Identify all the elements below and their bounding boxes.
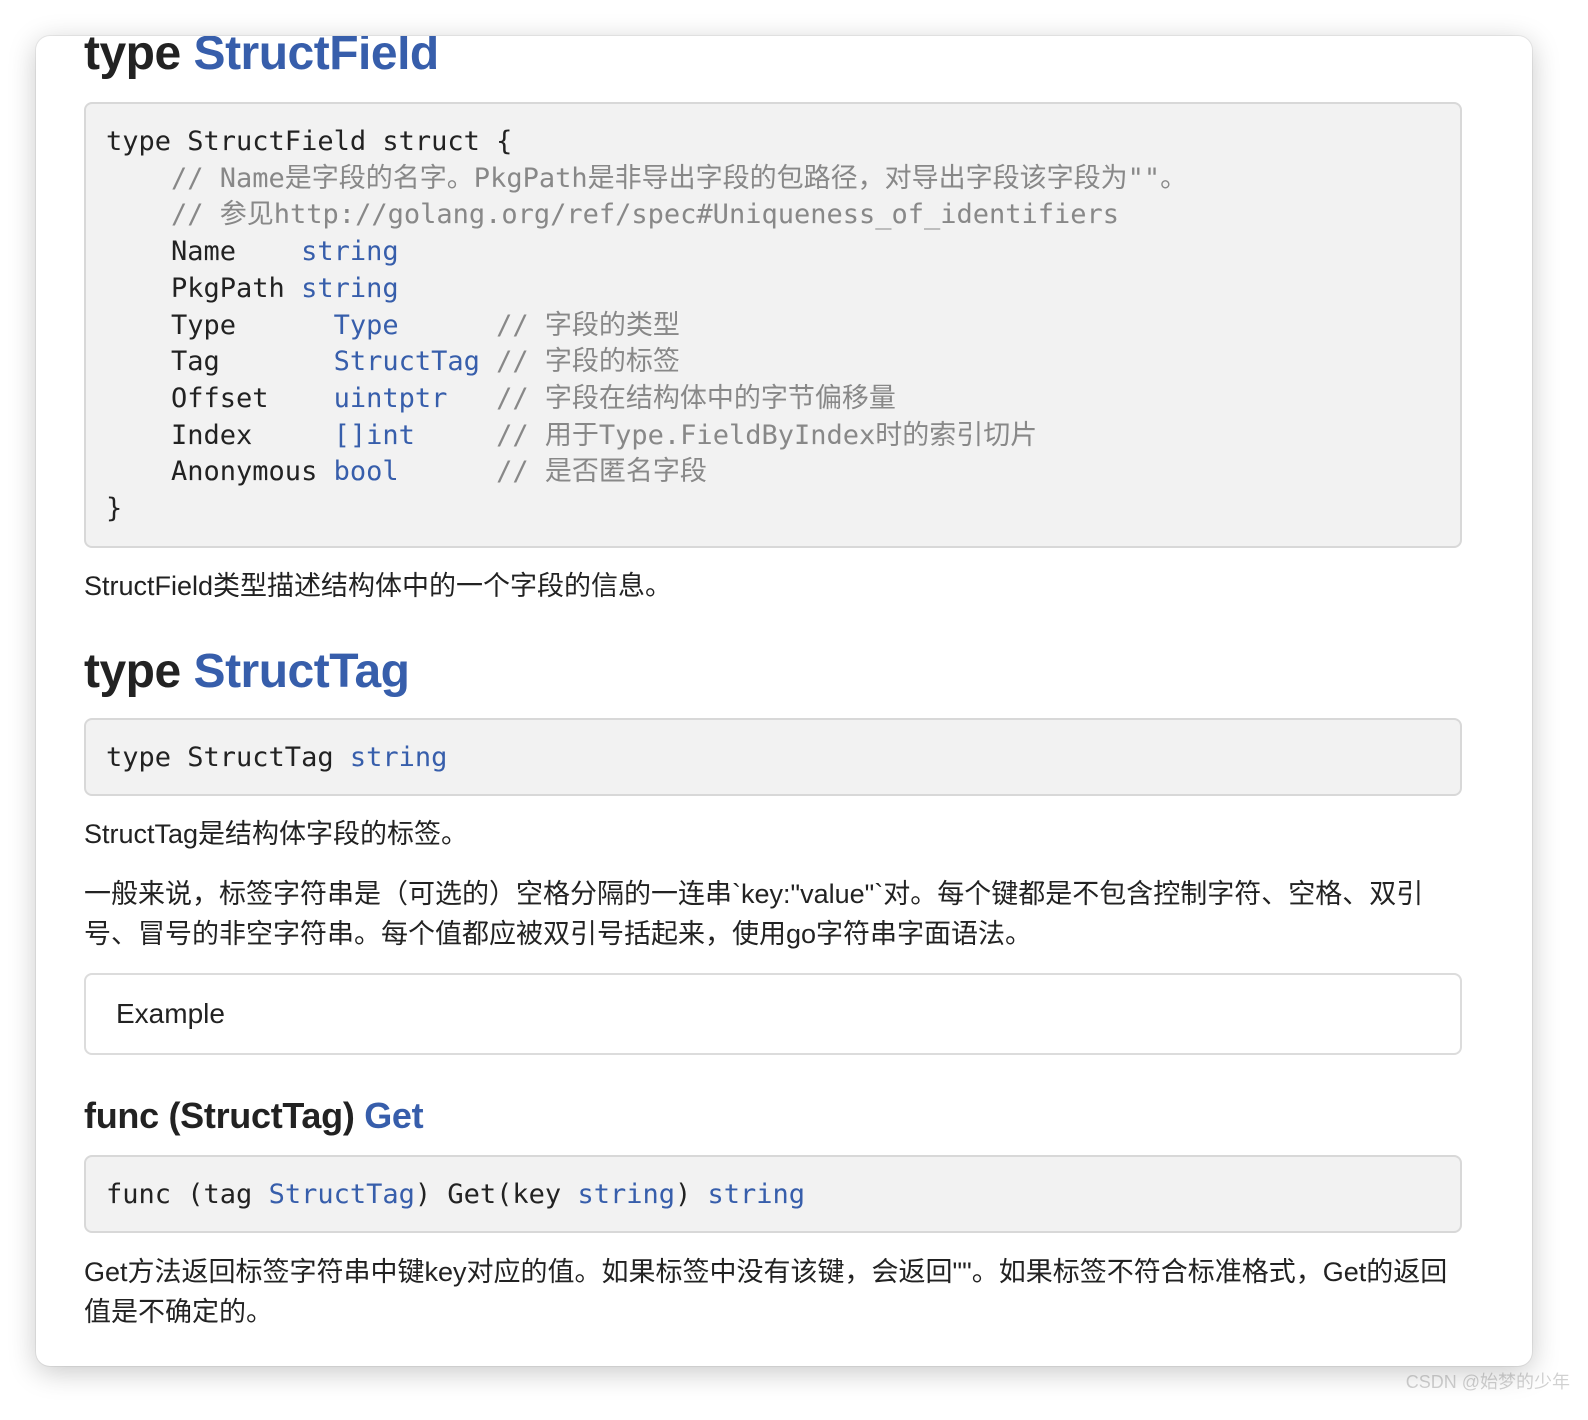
code-comment: // 字段在结构体中的字节偏移量: [447, 382, 896, 414]
code-comment: // 字段的标签: [479, 346, 680, 378]
get-description: Get方法返回标签字符串中键key对应的值。如果标签中没有该键，会返回""。如果…: [84, 1257, 1448, 1327]
code-comment: // Name是字段的名字。PkgPath是非导出字段的包路径，对导出字段该字段…: [106, 162, 1188, 194]
type-link-string[interactable]: string: [301, 236, 399, 267]
type-link-structtag[interactable]: StructTag: [269, 1179, 415, 1210]
code-part: ): [674, 1179, 708, 1210]
structfield-heading-prefix: type: [84, 36, 181, 80]
field-name: Index: [106, 419, 334, 451]
type-link-type[interactable]: Type: [334, 310, 399, 341]
code-part: ) Get(key: [414, 1179, 578, 1210]
get-heading-prefix: func (StructTag): [84, 1095, 355, 1136]
structtag-heading-link[interactable]: StructTag: [194, 645, 410, 698]
example-label: Example: [116, 998, 225, 1029]
type-link-bool[interactable]: bool: [334, 456, 399, 487]
code-comment: // 字段的类型: [398, 309, 680, 341]
field-name: Name: [106, 236, 302, 268]
code-comment: // 是否匿名字段: [398, 456, 707, 488]
field-name: Offset: [106, 382, 334, 414]
type-link-structtag[interactable]: StructTag: [334, 346, 480, 377]
structfield-code-block: type StructField struct { // Name是字段的名字。…: [84, 102, 1462, 548]
field-name: Anonymous: [106, 456, 334, 488]
doc-window: type StructField type StructField struct…: [36, 36, 1532, 1366]
type-link-uintptr[interactable]: uintptr: [334, 383, 448, 414]
code-comment: // 用于Type.FieldByIndex时的索引切片: [414, 419, 1038, 451]
type-link-string[interactable]: string: [577, 1179, 675, 1210]
structtag-format-description: 一般来说，标签字符串是（可选的）空格分隔的一连串`key:"value"`对。每…: [84, 879, 1424, 949]
type-link-string[interactable]: string: [708, 1179, 806, 1210]
code-comment: // 参见http://golang.org/ref/spec#Uniquene…: [106, 199, 1120, 231]
field-name: PkgPath: [106, 272, 302, 304]
structfield-heading-link[interactable]: StructField: [194, 36, 440, 80]
get-code-block: func (tag StructTag) Get(key string) str…: [84, 1155, 1462, 1233]
structtag-heading: type StructTag: [84, 648, 1462, 696]
code-line: type StructField struct {: [106, 126, 513, 157]
get-method-heading: func (StructTag) Get: [84, 1098, 1462, 1134]
field-name: Tag: [106, 346, 334, 378]
structtag-description: StructTag是结构体字段的标签。: [84, 819, 469, 849]
field-name: Type: [106, 309, 334, 341]
structfield-heading: type StructField: [84, 36, 1462, 78]
type-link-string[interactable]: string: [301, 273, 399, 304]
structtag-code-block: type StructTag string: [84, 718, 1462, 796]
type-link-int[interactable]: []int: [334, 420, 415, 451]
structtag-heading-prefix: type: [84, 645, 181, 698]
watermark: CSDN @始梦的少年: [1405, 1372, 1570, 1392]
structfield-description: StructField类型描述结构体中的一个字段的信息。: [84, 571, 673, 601]
code-line: type StructTag: [106, 742, 350, 773]
get-heading-link[interactable]: Get: [364, 1095, 423, 1136]
code-line: }: [106, 493, 123, 525]
example-toggle[interactable]: Example: [84, 973, 1462, 1055]
type-link-string[interactable]: string: [350, 742, 448, 773]
code-part: func (tag: [106, 1179, 269, 1210]
